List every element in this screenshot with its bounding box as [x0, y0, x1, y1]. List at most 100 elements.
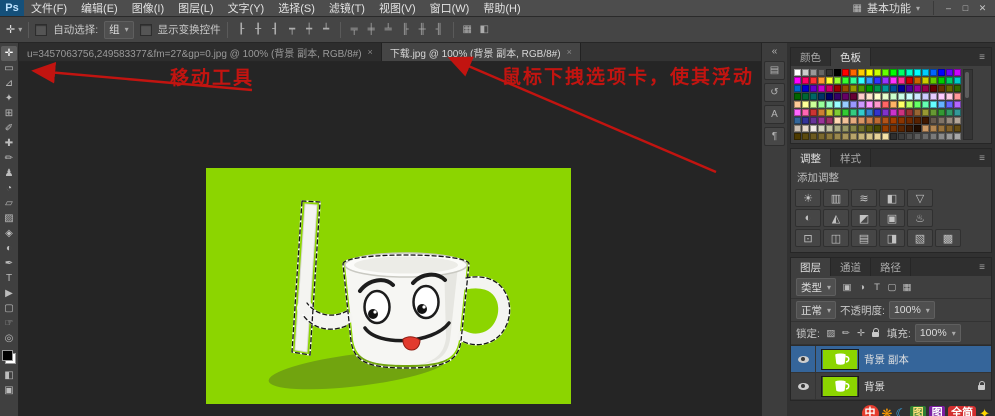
- document-tab-2[interactable]: 下载.jpg @ 100% (背景 副本, RGB/8#) ×: [381, 43, 581, 61]
- swatch[interactable]: [914, 69, 921, 76]
- swatch[interactable]: [834, 133, 841, 140]
- color-tab-color[interactable]: 颜色: [791, 48, 831, 66]
- swatch[interactable]: [898, 117, 905, 124]
- swatch[interactable]: [946, 117, 953, 124]
- swatch[interactable]: [938, 125, 945, 132]
- swatch[interactable]: [906, 125, 913, 132]
- swatch[interactable]: [810, 125, 817, 132]
- swatch[interactable]: [938, 117, 945, 124]
- swatch[interactable]: [922, 109, 929, 116]
- swatch[interactable]: [914, 117, 921, 124]
- dodge-tool[interactable]: ◐: [1, 241, 17, 256]
- swatch[interactable]: [946, 109, 953, 116]
- swatch[interactable]: [922, 133, 929, 140]
- tab-close-icon[interactable]: ×: [567, 47, 572, 57]
- opacity-dropdown[interactable]: 100% ▾: [888, 301, 935, 319]
- swatch[interactable]: [802, 69, 809, 76]
- swatch[interactable]: [914, 101, 921, 108]
- swatch[interactable]: [850, 109, 857, 116]
- photo-filter-icon[interactable]: ▣: [879, 209, 905, 227]
- swatch[interactable]: [834, 117, 841, 124]
- swatch[interactable]: [922, 117, 929, 124]
- properties-panel-icon[interactable]: ▤: [764, 61, 785, 80]
- distribute-left-edges-icon[interactable]: ╟: [398, 22, 413, 37]
- brush-tool[interactable]: ✏: [1, 151, 17, 166]
- swatch[interactable]: [946, 133, 953, 140]
- vibrance-icon[interactable]: ▽: [907, 189, 933, 207]
- move-tool[interactable]: ✛: [1, 46, 17, 61]
- quick-selection-tool[interactable]: ✦: [1, 91, 17, 106]
- brightness-contrast-icon[interactable]: ☀: [795, 189, 821, 207]
- menu-filter[interactable]: 滤镜(T): [322, 0, 372, 16]
- current-tool-icon[interactable]: ✛ ▾: [6, 23, 22, 36]
- swatch[interactable]: [858, 133, 865, 140]
- eraser-tool[interactable]: ▱: [1, 196, 17, 211]
- swatch[interactable]: [802, 109, 809, 116]
- window-close-button[interactable]: ✕: [974, 1, 991, 15]
- swatch[interactable]: [802, 85, 809, 92]
- swatch[interactable]: [914, 93, 921, 100]
- layer-row-2[interactable]: 背景: [791, 373, 991, 400]
- swatch[interactable]: [922, 101, 929, 108]
- swatches-scrollbar[interactable]: [963, 69, 973, 140]
- align-vertical-centers-icon[interactable]: ┿: [302, 22, 317, 37]
- swatch[interactable]: [802, 117, 809, 124]
- swatch[interactable]: [922, 125, 929, 132]
- swatch[interactable]: [874, 77, 881, 84]
- swatch[interactable]: [922, 93, 929, 100]
- filter-pixel-layers-icon[interactable]: ▣: [840, 281, 854, 294]
- history-panel-icon[interactable]: ↺: [764, 83, 785, 102]
- swatch[interactable]: [906, 101, 913, 108]
- swatch[interactable]: [834, 69, 841, 76]
- swatch[interactable]: [954, 133, 961, 140]
- swatch[interactable]: [810, 69, 817, 76]
- swatch[interactable]: [882, 125, 889, 132]
- swatch[interactable]: [826, 77, 833, 84]
- distribute-horizontal-centers-icon[interactable]: ╫: [415, 22, 430, 37]
- swatch[interactable]: [858, 125, 865, 132]
- swatch[interactable]: [882, 93, 889, 100]
- swatch[interactable]: [834, 85, 841, 92]
- filter-adjustment-layers-icon[interactable]: ◑: [855, 281, 869, 294]
- swatch[interactable]: [906, 93, 913, 100]
- swatch[interactable]: [890, 69, 897, 76]
- color-panel-menu-icon[interactable]: ≡: [973, 48, 991, 66]
- swatch[interactable]: [938, 93, 945, 100]
- swatch[interactable]: [810, 109, 817, 116]
- swatch[interactable]: [882, 101, 889, 108]
- swatch[interactable]: [938, 69, 945, 76]
- foreground-color-chip[interactable]: [2, 350, 13, 361]
- swatch[interactable]: [898, 133, 905, 140]
- swatch[interactable]: [898, 77, 905, 84]
- swatch[interactable]: [882, 133, 889, 140]
- swatch[interactable]: [938, 101, 945, 108]
- swatch[interactable]: [834, 101, 841, 108]
- marquee-tool[interactable]: ▭: [1, 61, 17, 76]
- swatch[interactable]: [818, 85, 825, 92]
- swatch[interactable]: [954, 69, 961, 76]
- menu-select[interactable]: 选择(S): [271, 0, 322, 16]
- swatch[interactable]: [874, 93, 881, 100]
- auto-select-dropdown[interactable]: 组 ▾: [104, 20, 134, 39]
- swatch[interactable]: [954, 85, 961, 92]
- swatch[interactable]: [906, 69, 913, 76]
- path-selection-tool[interactable]: ▶: [1, 286, 17, 301]
- swatch[interactable]: [794, 133, 801, 140]
- gradient-tool[interactable]: ▨: [1, 211, 17, 226]
- black-white-icon[interactable]: ◩: [851, 209, 877, 227]
- swatch[interactable]: [858, 69, 865, 76]
- swatch[interactable]: [810, 77, 817, 84]
- swatch[interactable]: [794, 109, 801, 116]
- swatch[interactable]: [866, 117, 873, 124]
- swatch[interactable]: [858, 77, 865, 84]
- invert-icon[interactable]: ◫: [823, 229, 849, 247]
- swatch[interactable]: [946, 125, 953, 132]
- swatch[interactable]: [818, 77, 825, 84]
- swatch[interactable]: [890, 101, 897, 108]
- swatch[interactable]: [866, 77, 873, 84]
- swatch[interactable]: [818, 93, 825, 100]
- menu-window[interactable]: 窗口(W): [423, 0, 477, 16]
- swatch[interactable]: [930, 101, 937, 108]
- zoom-tool[interactable]: ◎: [1, 331, 17, 346]
- swatch[interactable]: [834, 77, 841, 84]
